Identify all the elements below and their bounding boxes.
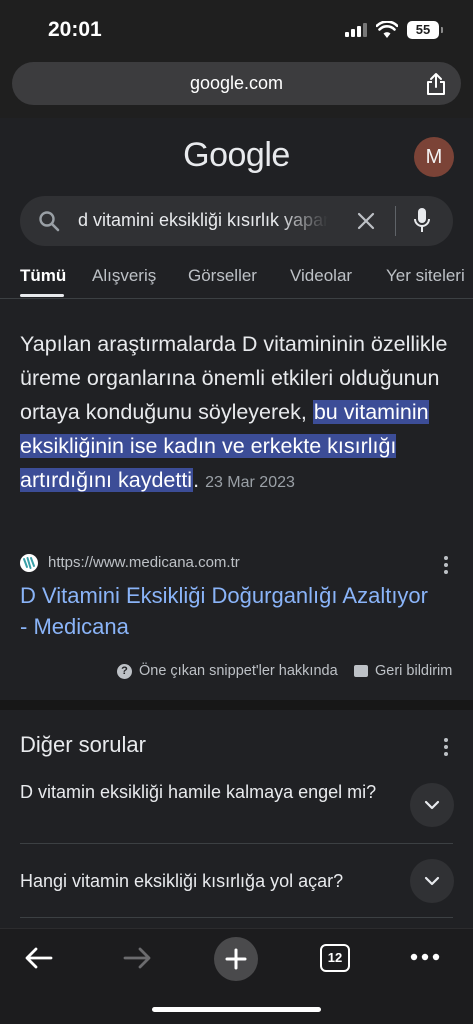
arrow-left-icon[interactable] <box>24 946 54 970</box>
more-options-icon[interactable] <box>444 556 448 574</box>
battery-indicator: 55 <box>407 21 443 39</box>
search-box[interactable]: d vitamini eksikliği kısırlık yapar mı <box>20 196 453 246</box>
wifi-icon <box>376 21 398 38</box>
cellular-signal-icon <box>345 23 369 37</box>
tab-all[interactable]: Tümü <box>20 266 66 286</box>
search-divider <box>395 206 396 236</box>
mic-icon[interactable] <box>413 207 431 235</box>
status-time: 20:01 <box>48 18 102 41</box>
chevron-down-icon <box>424 800 440 810</box>
home-indicator <box>152 1007 321 1012</box>
chevron-down-icon <box>424 876 440 886</box>
tab-local[interactable]: Yer siteleri <box>386 266 465 286</box>
feedback-icon <box>354 665 368 677</box>
question-divider <box>20 917 453 918</box>
google-logo[interactable]: Google <box>0 136 473 175</box>
tab-switcher-button[interactable]: 12 <box>320 944 350 972</box>
tab-images[interactable]: Görseller <box>188 266 257 286</box>
tab-shopping[interactable]: Alışveriş <box>92 266 156 286</box>
status-bar: 20:01 55 <box>0 0 473 58</box>
question-item[interactable]: D vitamin eksikliği hamile kalmaya engel… <box>20 780 390 805</box>
active-tab-indicator <box>20 294 64 297</box>
question-item[interactable]: Hangi vitamin eksikliği kısırlığa yol aç… <box>20 869 390 894</box>
snippet-period: . <box>193 468 200 492</box>
account-avatar[interactable]: M <box>414 137 454 177</box>
more-options-icon[interactable] <box>444 738 448 756</box>
site-favicon-icon <box>20 554 38 572</box>
search-icon <box>39 211 60 232</box>
tab-videos[interactable]: Videolar <box>290 266 352 286</box>
close-icon[interactable] <box>355 210 377 232</box>
expand-button[interactable] <box>410 859 454 903</box>
snippet-date: 23 Mar 2023 <box>205 474 295 491</box>
question-divider <box>20 843 453 844</box>
source-url[interactable]: https://www.medicana.com.tr <box>48 554 240 571</box>
plus-icon <box>225 948 247 970</box>
help-icon: ? <box>117 664 132 679</box>
new-tab-button[interactable] <box>214 937 258 981</box>
search-input[interactable]: d vitamini eksikliği kısırlık yapar mı <box>78 210 328 231</box>
featured-snippet-text: Yapılan araştırmalarda D vitamininin öze… <box>20 327 456 500</box>
source-row[interactable]: https://www.medicana.com.tr <box>20 553 456 574</box>
address-bar[interactable]: google.com <box>12 62 461 105</box>
feedback-link[interactable]: Geri bildirim <box>375 663 452 679</box>
snippet-footer: ? Öne çıkan snippet'ler hakkında Geri bi… <box>0 662 473 682</box>
share-icon[interactable] <box>425 72 447 96</box>
result-title-link[interactable]: D Vitamini Eksikliği Doğurganlığı Azaltı… <box>20 580 440 642</box>
expand-button[interactable] <box>410 783 454 827</box>
section-divider <box>0 700 473 710</box>
tabs-divider <box>0 298 473 299</box>
arrow-right-icon[interactable] <box>122 946 152 970</box>
more-horizontal-icon[interactable] <box>410 953 440 961</box>
related-questions-title: Diğer sorular <box>20 732 146 757</box>
search-tabs: Tümü Alışveriş Görseller Videolar Yer si… <box>0 266 473 298</box>
about-snippets-link[interactable]: Öne çıkan snippet'ler hakkında <box>139 663 338 679</box>
address-text[interactable]: google.com <box>12 73 461 94</box>
